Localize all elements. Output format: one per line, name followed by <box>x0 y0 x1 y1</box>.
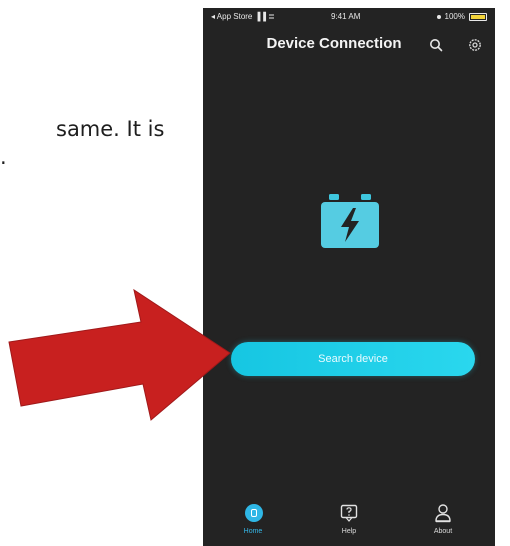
red-arrow-icon <box>8 288 231 421</box>
